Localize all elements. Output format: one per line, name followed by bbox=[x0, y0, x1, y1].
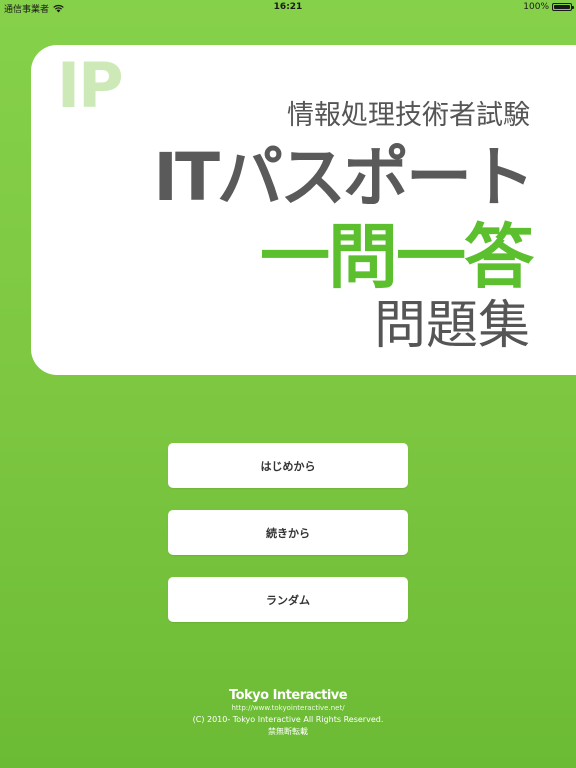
status-bar: 通信事業者 16:21 100% bbox=[0, 0, 576, 16]
copyright-text: (C) 2010- Tokyo Interactive All Rights R… bbox=[192, 715, 384, 724]
app-title: ITパスポート bbox=[153, 139, 535, 216]
start-button[interactable]: はじめから bbox=[168, 443, 408, 488]
ip-logo: IP bbox=[57, 49, 124, 122]
random-button[interactable]: ランダム bbox=[168, 577, 408, 622]
battery-fill bbox=[554, 5, 570, 9]
company-url[interactable]: http://www.tokyointeractive.net/ bbox=[0, 704, 576, 713]
battery-group: 100% bbox=[523, 2, 574, 12]
app-subtitle: 一問一答 bbox=[260, 216, 534, 298]
status-time: 16:21 bbox=[273, 2, 303, 12]
battery-icon bbox=[552, 3, 574, 11]
collection-label: 問題集 bbox=[373, 296, 530, 356]
continue-button[interactable]: 続きから bbox=[168, 510, 408, 555]
footer: Tokyo Interactive http://www.tokyointera… bbox=[0, 688, 576, 737]
battery-percent: 100% bbox=[523, 2, 549, 12]
company-name: Tokyo Interactive bbox=[228, 688, 348, 703]
exam-label: 情報処理技術者試験 bbox=[287, 100, 530, 131]
reprint-notice: 禁無断転載 bbox=[268, 727, 308, 736]
